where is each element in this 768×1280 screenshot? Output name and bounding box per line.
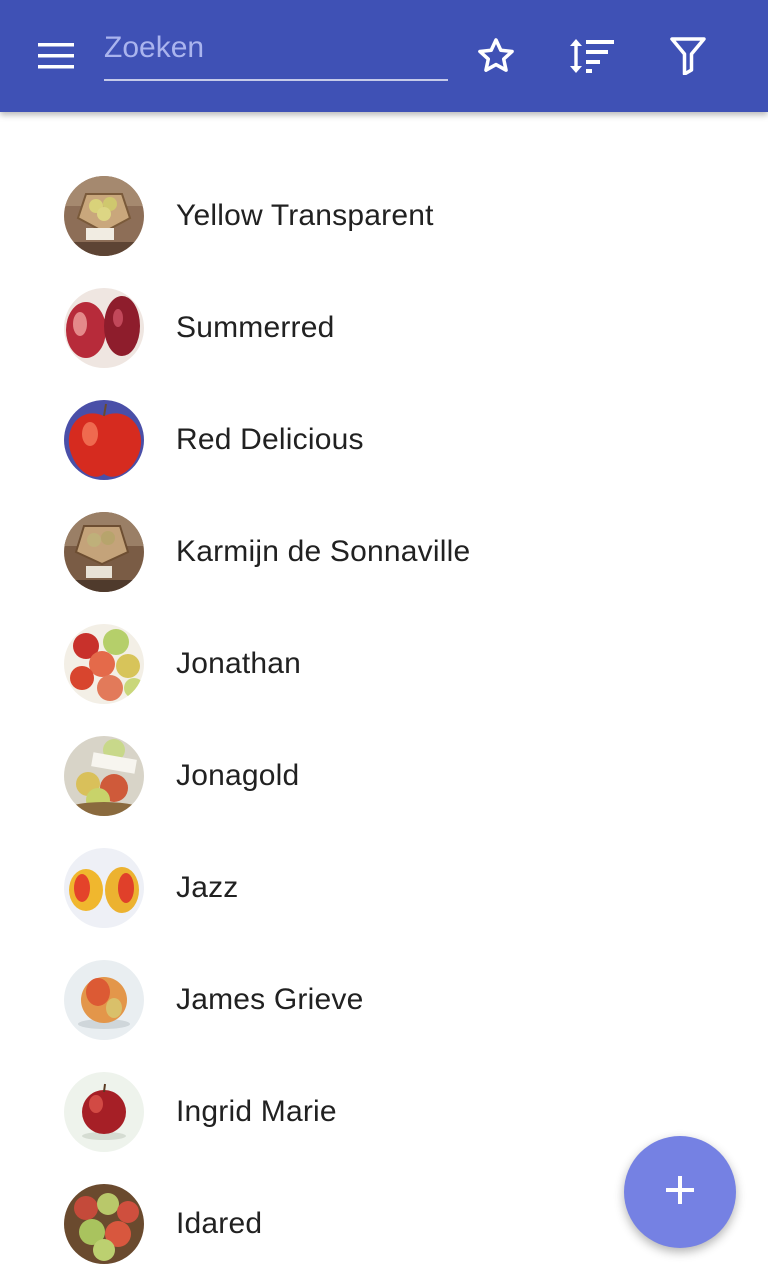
list-item[interactable]: Yellow Transparent xyxy=(0,160,768,272)
search-input[interactable] xyxy=(104,24,448,72)
list-item[interactable]: Summerred xyxy=(0,272,768,384)
apple-thumbnail xyxy=(64,736,144,816)
list-item[interactable]: Karmijn de Sonnaville xyxy=(0,496,768,608)
add-button[interactable] xyxy=(624,1136,736,1248)
apple-name: Jonathan xyxy=(176,647,302,680)
filter-icon xyxy=(670,37,706,75)
list-item[interactable]: Jonagold xyxy=(0,720,768,832)
favorites-button[interactable] xyxy=(464,24,528,88)
list-item[interactable]: James Grieve xyxy=(0,944,768,1056)
apple-name: Yellow Transparent xyxy=(176,199,434,232)
star-outline-icon xyxy=(475,35,517,77)
apple-name: James Grieve xyxy=(176,983,364,1016)
apple-thumbnail xyxy=(64,288,144,368)
apple-name: Jonagold xyxy=(176,759,300,792)
apple-thumbnail xyxy=(64,848,144,928)
apple-thumbnail xyxy=(64,176,144,256)
filter-button[interactable] xyxy=(656,24,720,88)
apple-thumbnail xyxy=(64,1072,144,1152)
apple-name: Summerred xyxy=(176,311,335,344)
search-field xyxy=(104,24,448,81)
apple-name: Idared xyxy=(176,1207,263,1240)
app-bar xyxy=(0,0,768,112)
plus-icon xyxy=(664,1174,696,1211)
apple-name: Red Delicious xyxy=(176,423,364,456)
apple-name: Karmijn de Sonnaville xyxy=(176,535,471,568)
apple-thumbnail xyxy=(64,400,144,480)
apple-thumbnail xyxy=(64,624,144,704)
apple-name: Jazz xyxy=(176,871,239,904)
apple-name: Ingrid Marie xyxy=(176,1095,337,1128)
list-item[interactable]: Jazz xyxy=(0,832,768,944)
hamburger-menu-icon xyxy=(38,43,74,69)
sort-icon xyxy=(570,36,614,76)
apple-thumbnail xyxy=(64,512,144,592)
sort-button[interactable] xyxy=(560,24,624,88)
apple-thumbnail xyxy=(64,960,144,1040)
apple-thumbnail xyxy=(64,1184,144,1264)
menu-button[interactable] xyxy=(24,24,88,88)
list-item[interactable]: Red Delicious xyxy=(0,384,768,496)
apple-list: Yellow Transparent Summerred Red Delicio… xyxy=(0,160,768,1280)
list-item[interactable]: Jonathan xyxy=(0,608,768,720)
